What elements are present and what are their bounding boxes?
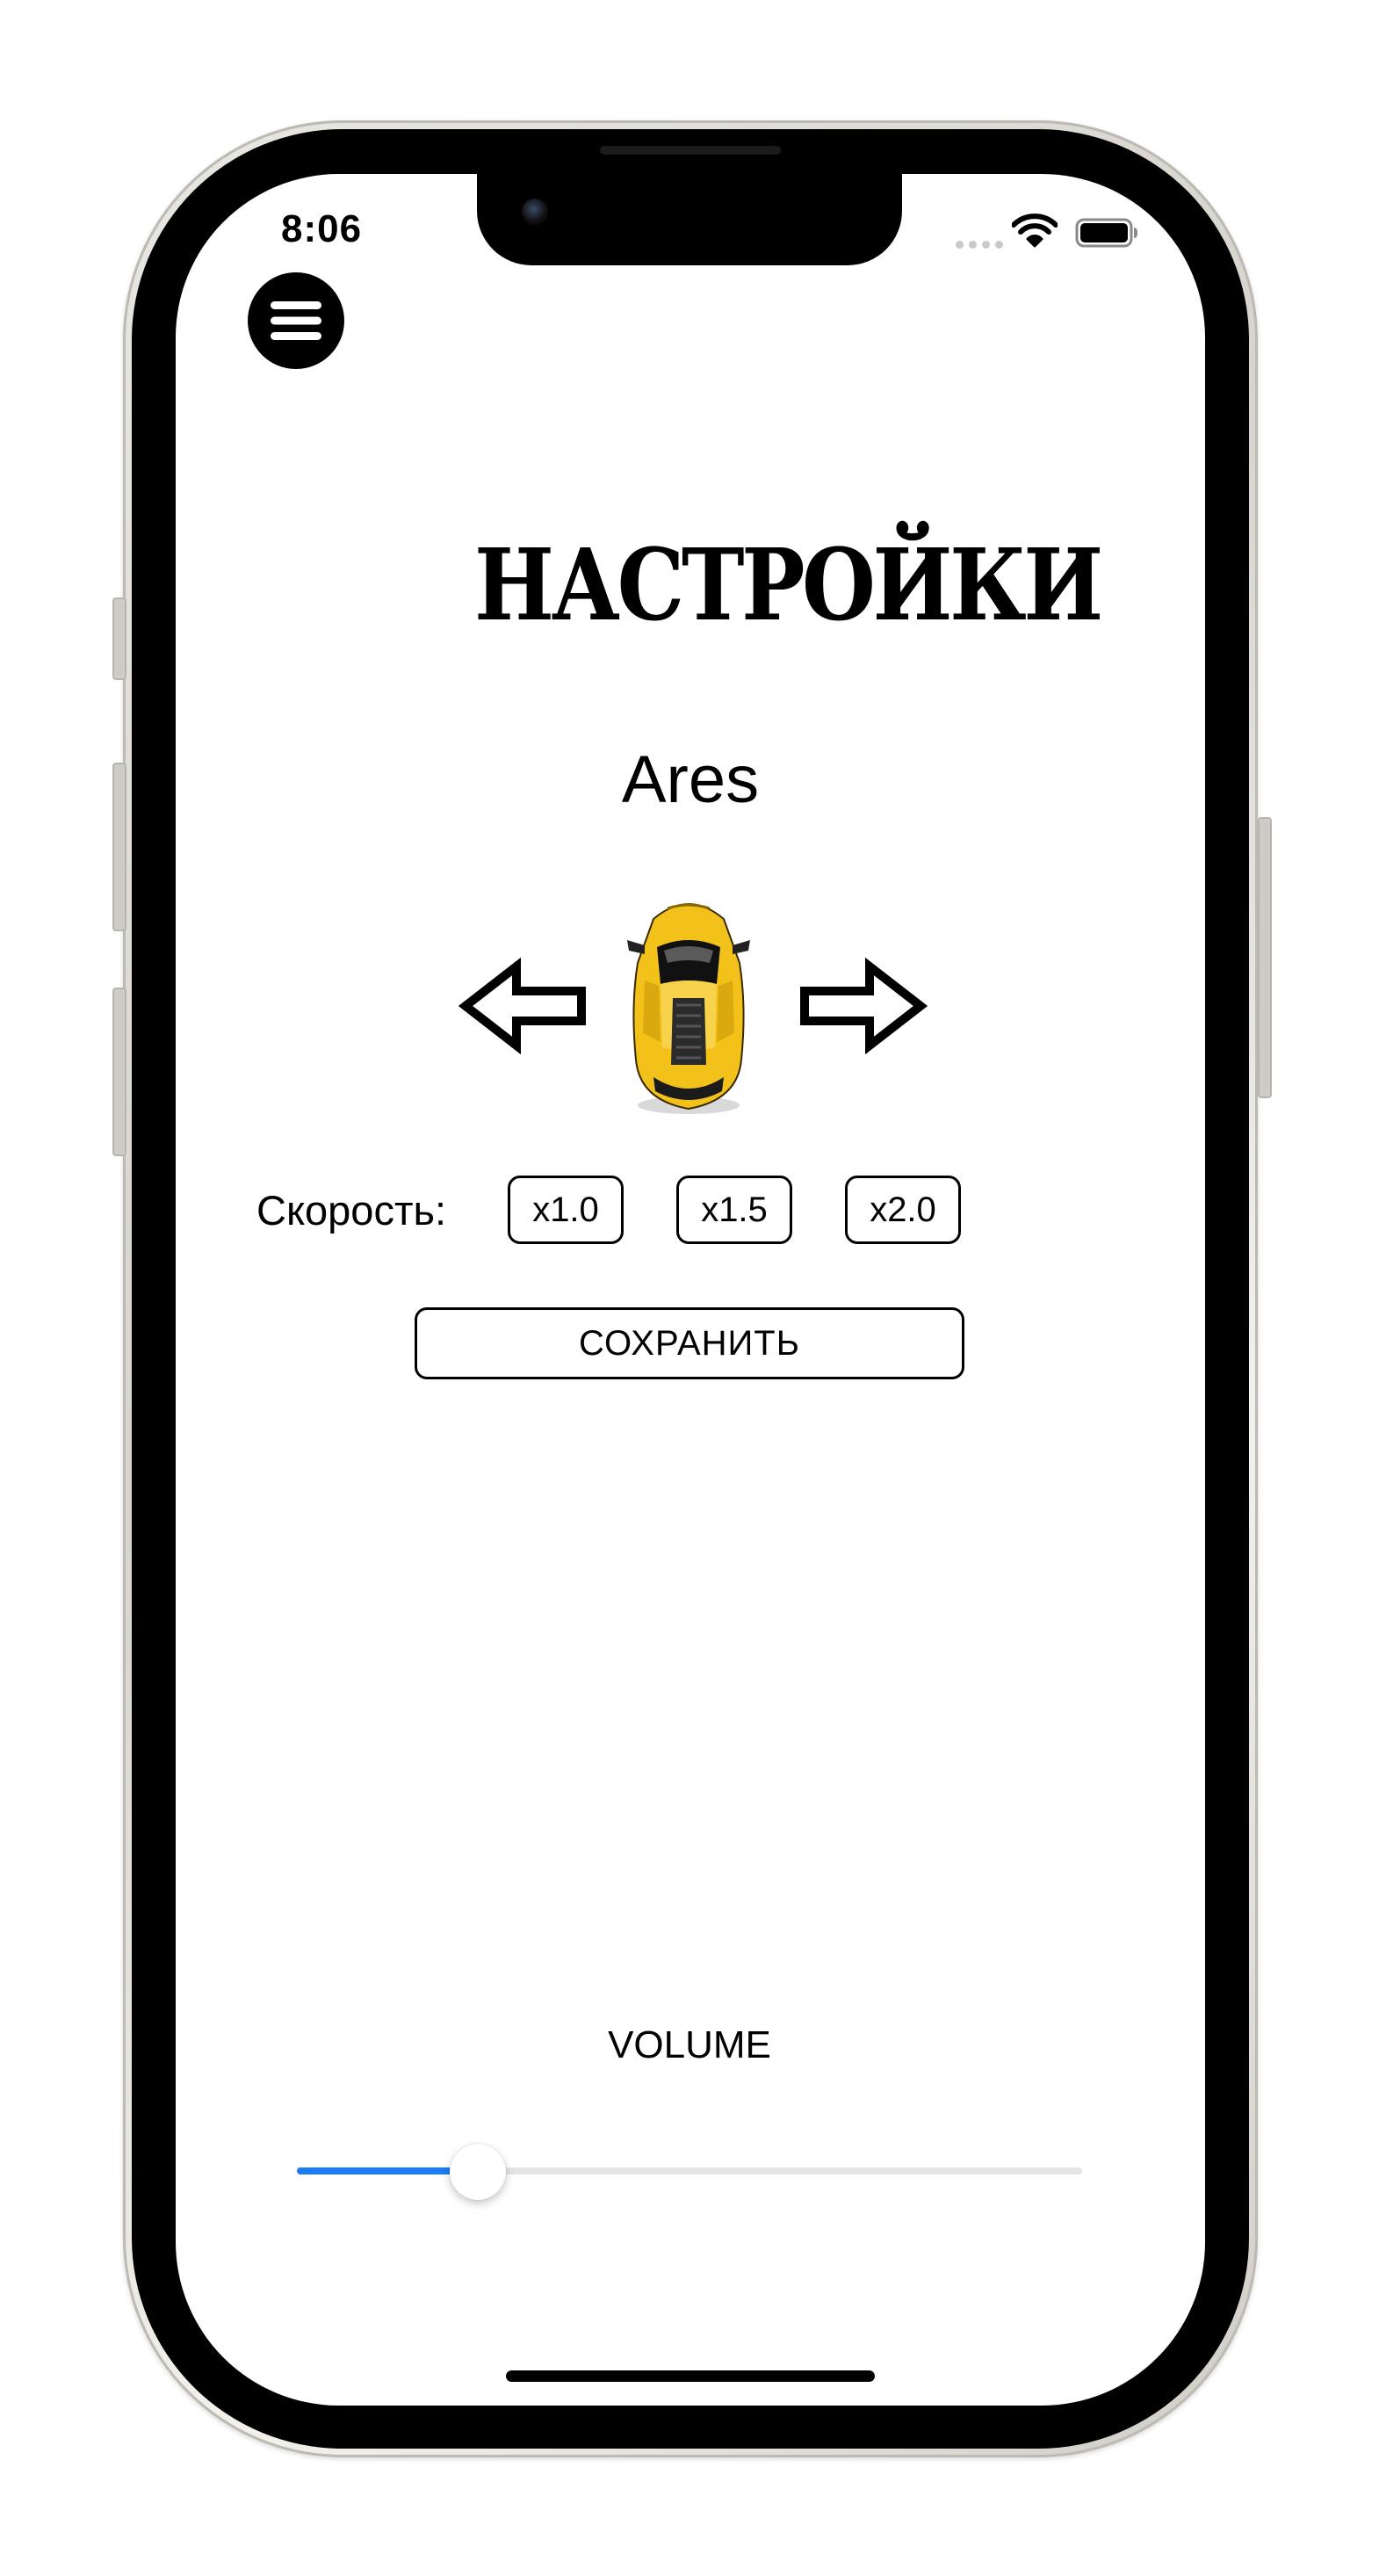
hamburger-menu-icon (271, 301, 321, 340)
car-name: Ares (621, 742, 760, 817)
speed-option-x2-0-button[interactable]: x2.0 (845, 1176, 961, 1244)
cellular-signal-icon (956, 241, 1003, 249)
speed-option-x1-0-button[interactable]: x1.0 (508, 1176, 624, 1244)
speaker-grille (600, 146, 781, 155)
speed-option-x1-5-button[interactable]: x1.5 (676, 1176, 792, 1244)
volume-slider-thumb[interactable] (449, 2144, 506, 2200)
arrow-left-icon[interactable] (458, 958, 590, 1054)
home-indicator (506, 2370, 875, 2382)
wifi-icon (1012, 213, 1058, 248)
power-button (1258, 817, 1272, 1098)
front-camera (522, 199, 548, 225)
speed-label: Скорость: (256, 1187, 447, 1234)
arrow-right-icon[interactable] (796, 958, 928, 1054)
status-time: 8:06 (281, 207, 363, 250)
volume-slider[interactable] (297, 2144, 1082, 2200)
mute-switch (112, 597, 126, 680)
volume-down-button (112, 988, 126, 1156)
volume-label: VOLUME (608, 2023, 771, 2066)
menu-button[interactable] (248, 272, 344, 369)
volume-up-button (112, 763, 126, 931)
battery-icon (1075, 218, 1137, 248)
device-mockup: 8:06 НАСТРОЙКИ Ares Скорость: x1.0 x1.5 … (0, 0, 1379, 2576)
car-image (627, 903, 750, 1114)
page-title: НАСТРОЙКИ (474, 528, 1103, 643)
save-button[interactable]: СОХРАНИТЬ (415, 1307, 964, 1379)
